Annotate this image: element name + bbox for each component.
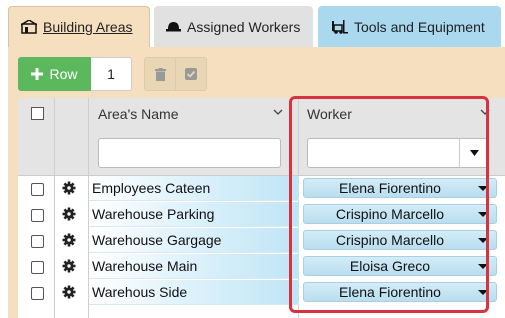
tab-label: Assigned Workers <box>187 18 301 35</box>
area-name-cell[interactable]: Warehouse Main <box>89 254 299 279</box>
building-areas-grid: Area's Name Worker Employees Cateen Elen… <box>18 98 505 318</box>
worker-filter-dropdown[interactable] <box>459 139 488 167</box>
row-checkbox[interactable] <box>31 235 44 248</box>
worker-select[interactable]: Eloisa Greco <box>303 256 497 276</box>
worker-filter-select[interactable] <box>307 138 489 168</box>
row-checkbox[interactable] <box>31 209 44 222</box>
caret-down-icon <box>478 238 488 243</box>
row-count-input[interactable]: 1 <box>91 57 132 91</box>
area-name-cell[interactable]: Warehous Side <box>89 280 299 305</box>
tab-label: Tools and Equipment <box>354 18 485 35</box>
select-all-checkbox[interactable] <box>31 107 44 120</box>
tab-bar: Building Areas Assigned Workers Tools an… <box>0 0 505 47</box>
gear-icon[interactable] <box>62 259 76 273</box>
table-row[interactable]: Warehous Side Elena Fiorentino <box>18 280 505 306</box>
row-checkbox[interactable] <box>31 261 44 274</box>
worker-value: Crispino Marcello <box>335 232 445 248</box>
caret-down-icon <box>478 212 488 217</box>
building-areas-panel: Row 1 Area's Name Worker Employees Catee… <box>8 47 505 318</box>
table-row[interactable]: Warehouse Main Eloisa Greco <box>18 254 505 280</box>
plus-icon <box>31 68 44 80</box>
worker-value: Crispino Marcello <box>335 206 445 222</box>
worker-select[interactable]: Crispino Marcello <box>303 230 497 250</box>
trash-icon <box>154 67 166 81</box>
worker-value: Elena Fiorentino <box>339 180 441 196</box>
area-name-cell[interactable]: Warehouse Gargage <box>89 228 299 253</box>
building-icon <box>21 20 37 34</box>
area-name-cell[interactable]: Warehouse Parking <box>89 202 299 227</box>
gear-icon[interactable] <box>62 233 76 247</box>
worker-select[interactable]: Elena Fiorentino <box>303 178 497 198</box>
worker-header[interactable]: Worker <box>307 106 352 122</box>
table-row[interactable]: Employees Cateen Elena Fiorentino <box>18 176 505 202</box>
add-row-button[interactable]: Row <box>18 57 91 91</box>
tab-assigned-workers[interactable]: Assigned Workers <box>154 6 313 47</box>
worker-cell[interactable]: Crispino Marcello <box>299 228 505 253</box>
area-name-cell[interactable]: Employees Cateen <box>89 176 299 201</box>
row-checkbox[interactable] <box>31 287 44 300</box>
confirm-button[interactable] <box>175 57 207 91</box>
sort-chevron-icon[interactable] <box>273 108 283 116</box>
grid-header: Area's Name Worker <box>18 98 505 176</box>
area-name-filter-input[interactable] <box>98 138 281 168</box>
gear-icon[interactable] <box>62 285 76 299</box>
area-name-header[interactable]: Area's Name <box>98 106 178 122</box>
tab-building-areas[interactable]: Building Areas <box>8 6 150 47</box>
caret-down-icon <box>478 186 488 191</box>
worker-select[interactable]: Crispino Marcello <box>303 204 497 224</box>
add-row-label: Row <box>49 66 78 82</box>
hardhat-icon <box>166 22 181 32</box>
delete-button[interactable] <box>144 57 176 91</box>
caret-down-icon <box>469 150 479 156</box>
worker-value: Elena Fiorentino <box>339 284 441 300</box>
forklift-icon <box>332 19 348 34</box>
tab-label: Building Areas <box>43 19 133 35</box>
sort-chevron-icon[interactable] <box>480 108 490 116</box>
worker-value: Eloisa Greco <box>349 258 431 274</box>
worker-cell[interactable]: Elena Fiorentino <box>299 176 505 201</box>
table-row[interactable]: Warehouse Gargage Crispino Marcello <box>18 228 505 254</box>
worker-cell[interactable]: Crispino Marcello <box>299 202 505 227</box>
tab-tools-and-equipment[interactable]: Tools and Equipment <box>318 6 501 47</box>
caret-down-icon <box>478 264 488 269</box>
gear-icon[interactable] <box>62 207 76 221</box>
row-checkbox[interactable] <box>31 183 44 196</box>
gear-icon[interactable] <box>62 181 76 195</box>
caret-down-icon <box>478 290 488 295</box>
table-row[interactable]: Warehouse Parking Crispino Marcello <box>18 202 505 228</box>
worker-cell[interactable]: Elena Fiorentino <box>299 280 505 305</box>
check-icon <box>185 68 197 80</box>
worker-select[interactable]: Elena Fiorentino <box>303 282 497 302</box>
worker-cell[interactable]: Eloisa Greco <box>299 254 505 279</box>
